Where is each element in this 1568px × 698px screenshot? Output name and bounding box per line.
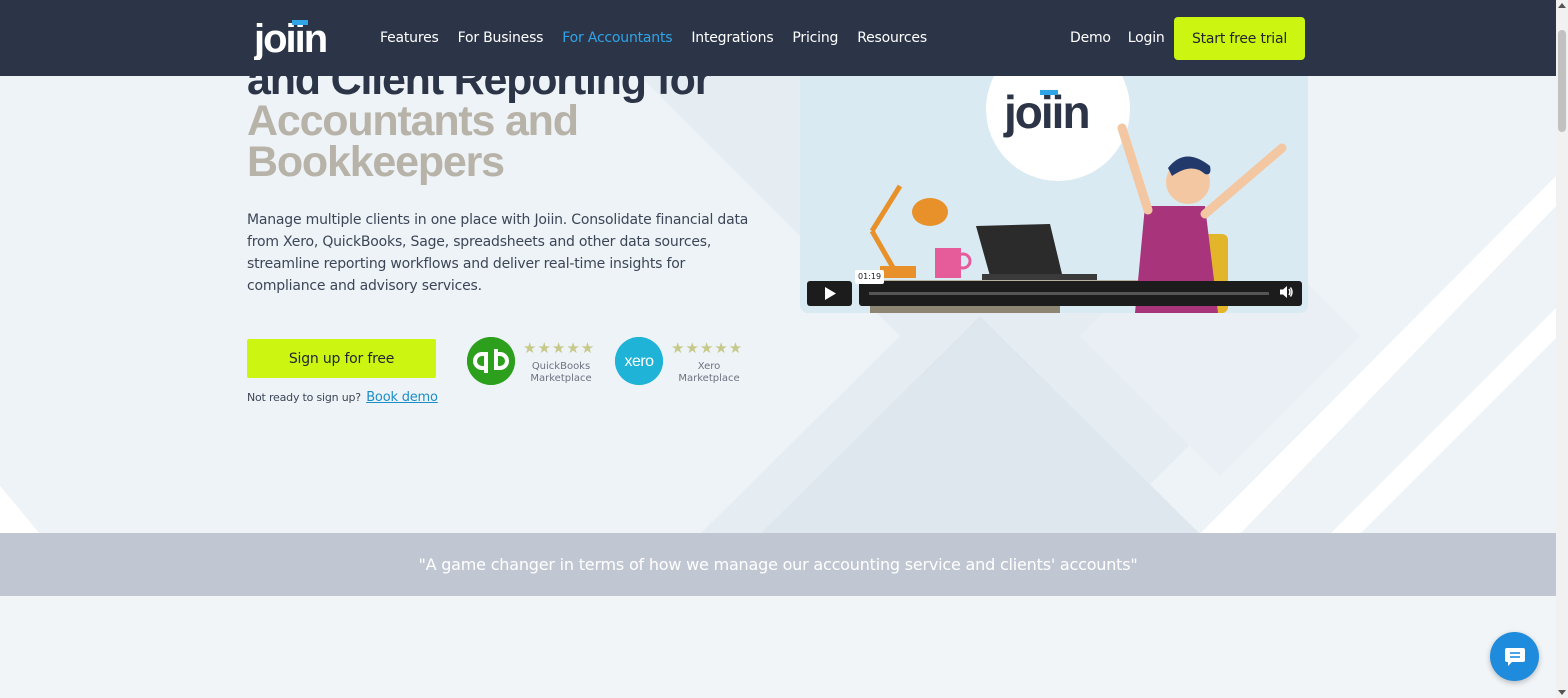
scrollbar-thumb[interactable] — [1558, 30, 1566, 132]
xero-marketplace-label: Xero Marketplace — [664, 361, 754, 385]
joiin-logo[interactable]: joiin — [254, 18, 350, 60]
testimonial-banner: "A game changer in terms of how we manag… — [0, 533, 1556, 596]
demo-link[interactable]: Demo — [1070, 30, 1111, 46]
xero-label-line1: Xero — [697, 361, 721, 372]
nav-for-accountants[interactable]: For Accountants — [562, 30, 672, 46]
quickbooks-label-line1: QuickBooks — [531, 361, 591, 372]
quickbooks-stars: ★★★★★ — [523, 339, 596, 357]
hero-description: Manage multiple clients in one place wit… — [247, 212, 749, 294]
quickbooks-marketplace-label: QuickBooks Marketplace — [516, 361, 606, 385]
account-nav: Demo Login — [1053, 0, 1165, 76]
login-link[interactable]: Login — [1128, 30, 1165, 46]
page-scrollbar[interactable] — [1556, 0, 1568, 698]
volume-icon[interactable] — [1280, 285, 1294, 303]
hero-title-line3: Bookkeepers — [247, 138, 505, 186]
book-demo-link[interactable]: Book demo — [366, 390, 438, 405]
hero-title-line2: Accountants and — [247, 97, 579, 145]
chat-widget-button[interactable] — [1490, 632, 1539, 681]
svg-text:xero: xero — [624, 353, 654, 370]
chat-icon — [1504, 647, 1525, 666]
play-button[interactable] — [807, 281, 852, 306]
site-header: joiin Features For Business For Accounta… — [0, 0, 1556, 76]
start-free-trial-button[interactable]: Start free trial — [1174, 17, 1305, 60]
scroll-down-arrow-icon[interactable] — [1558, 690, 1566, 695]
not-ready-label: Not ready to sign up? — [247, 391, 361, 404]
nav-for-business[interactable]: For Business — [458, 30, 544, 46]
nav-pricing[interactable]: Pricing — [792, 30, 838, 46]
scroll-up-arrow-icon[interactable] — [1558, 3, 1566, 8]
hero-title: and Client Reporting for Accountants and… — [247, 59, 807, 186]
video-time-tooltip: 01:19 — [855, 270, 885, 284]
nav-resources[interactable]: Resources — [857, 30, 927, 46]
sign-up-free-button[interactable]: Sign up for free — [247, 339, 436, 378]
video-progress-bar[interactable] — [869, 292, 1269, 295]
xero-stars: ★★★★★ — [671, 339, 744, 357]
video-controls — [859, 281, 1302, 306]
svg-text:joiin: joiin — [254, 18, 326, 60]
testimonial-quote: "A game changer in terms of how we manag… — [418, 555, 1138, 574]
play-icon — [824, 287, 836, 300]
next-section — [0, 596, 1556, 698]
nav-features[interactable]: Features — [380, 30, 439, 46]
main-nav: Features For Business For Accountants In… — [380, 0, 946, 76]
quickbooks-icon — [467, 337, 515, 385]
not-ready-text: Not ready to sign up? Book demo — [247, 390, 438, 405]
xero-label-line2: Marketplace — [678, 373, 740, 384]
nav-integrations[interactable]: Integrations — [691, 30, 773, 46]
quickbooks-label-line2: Marketplace — [530, 373, 592, 384]
xero-icon: xero — [615, 337, 663, 385]
